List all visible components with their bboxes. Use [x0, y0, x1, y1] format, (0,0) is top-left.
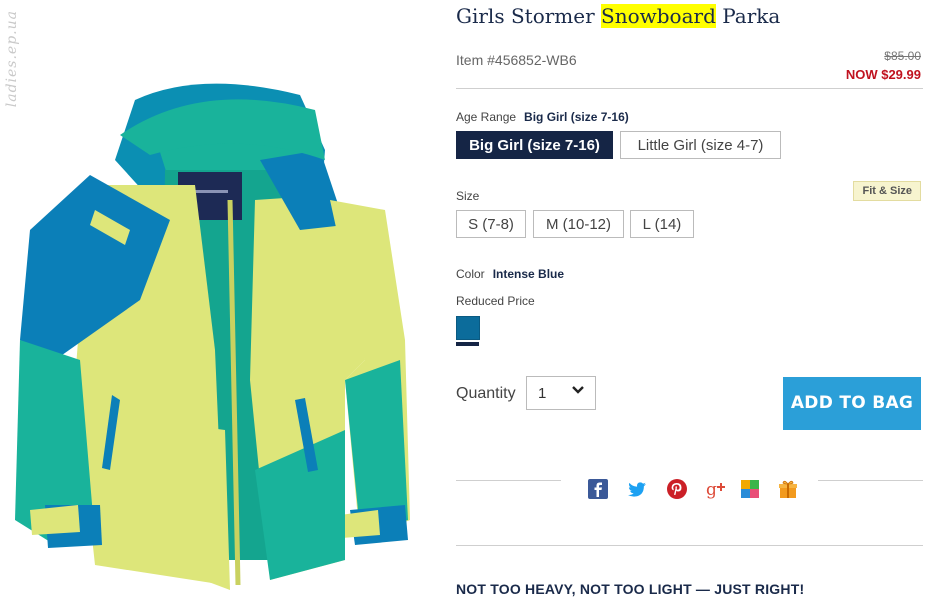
color-swatch-intense-blue[interactable]: [456, 316, 480, 340]
original-price: $85.00: [884, 49, 921, 63]
quantity-select[interactable]: 1: [526, 376, 596, 410]
divider: [456, 545, 923, 546]
size-option-l[interactable]: L (14): [630, 210, 694, 238]
title-suffix: Parka: [715, 4, 781, 28]
age-range-selected: Big Girl (size 7-16): [524, 110, 629, 124]
divider: [456, 88, 923, 89]
quantity-value: 1: [538, 385, 547, 402]
color-label: Color Intense Blue: [456, 267, 564, 281]
pinterest-icon[interactable]: [666, 478, 688, 500]
product-tagline: NOT TOO HEAVY, NOT TOO LIGHT — JUST RIGH…: [456, 581, 805, 597]
sale-price: NOW $29.99: [845, 67, 921, 82]
color-title: Color: [456, 267, 485, 281]
title-prefix: Girls Stormer: [456, 4, 602, 28]
add-to-bag-button[interactable]: ADD TO BAG: [783, 377, 921, 430]
size-option-m[interactable]: M (10-12): [533, 210, 624, 238]
swatch-selected-indicator: [456, 342, 479, 346]
color-selected: Intense Blue: [492, 267, 565, 281]
age-option-big-girl[interactable]: Big Girl (size 7-16): [456, 131, 613, 159]
age-option-little-girl[interactable]: Little Girl (size 4-7): [620, 131, 781, 159]
chevron-down-icon: [572, 386, 584, 394]
watermark-text: ladies.ep.ua: [4, 10, 20, 108]
fit-size-link[interactable]: Fit & Size: [853, 181, 921, 201]
title-highlight: Snowboard: [601, 4, 716, 28]
gift-icon[interactable]: [777, 478, 799, 500]
jacket-image: [15, 83, 410, 590]
product-image[interactable]: ladies.ep.ua: [0, 0, 440, 607]
size-option-s[interactable]: S (7-8): [456, 210, 526, 238]
twitter-icon[interactable]: [626, 478, 648, 500]
google-plus-icon[interactable]: g: [705, 478, 727, 500]
quantity-label: Quantity: [456, 385, 516, 402]
item-number: Item #456852-WB6: [456, 52, 577, 68]
multi-share-icon[interactable]: [739, 478, 761, 500]
share-divider-right: [818, 480, 923, 481]
reduced-price-label: Reduced Price: [456, 294, 535, 308]
size-label: Size: [456, 189, 480, 203]
age-range-title: Age Range: [456, 110, 517, 124]
product-details: Girls Stormer Snowboard Parka Item #4568…: [456, 0, 923, 607]
product-title: Girls Stormer Snowboard Parka: [456, 4, 780, 28]
share-divider-left: [456, 480, 561, 481]
age-range-label: Age Range Big Girl (size 7-16): [456, 110, 629, 124]
svg-text:g: g: [706, 480, 717, 500]
facebook-icon[interactable]: [587, 478, 609, 500]
